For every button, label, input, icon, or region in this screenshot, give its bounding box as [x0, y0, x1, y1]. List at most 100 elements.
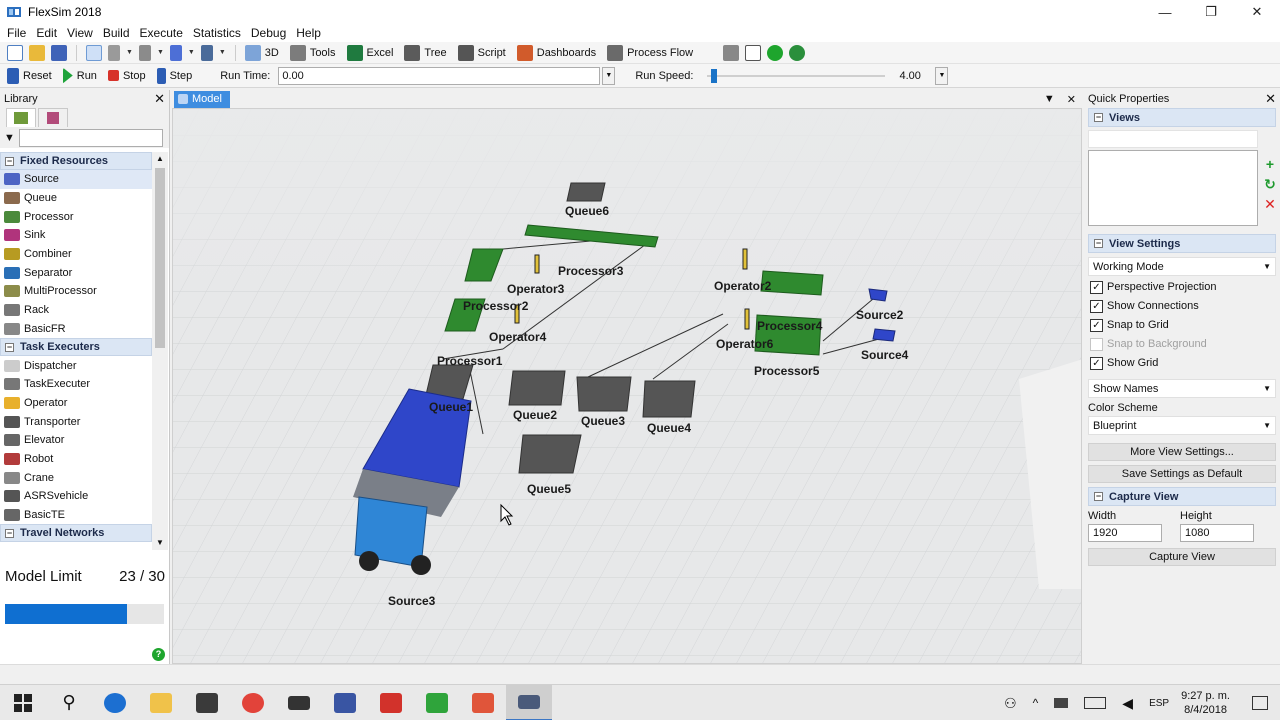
capture-width-input[interactable]: 1920	[1088, 524, 1162, 542]
checkbox-box[interactable]	[1090, 337, 1103, 351]
slider-thumb[interactable]	[711, 68, 718, 83]
disconnect-objects-icon[interactable]	[138, 44, 151, 61]
notifications-icon[interactable]	[1252, 696, 1268, 710]
views-section-header[interactable]: − Views	[1088, 108, 1276, 127]
menu-debug[interactable]: Debug	[246, 26, 291, 40]
create-object-icon[interactable]	[169, 44, 182, 61]
menu-view[interactable]: View	[62, 26, 98, 40]
library-item-combiner[interactable]: Combiner	[0, 245, 152, 264]
taskbar-camtasia-orange[interactable]	[460, 685, 506, 720]
close-icon[interactable]: ✕	[154, 91, 165, 107]
select-cursor-icon[interactable]	[86, 44, 102, 61]
tab-3d-objects[interactable]	[6, 108, 36, 127]
label-processor3[interactable]: Processor3	[558, 264, 623, 278]
capture-view-section-header[interactable]: − Capture View	[1088, 487, 1276, 506]
search-button[interactable]: ⚲	[46, 685, 92, 720]
label-queue6[interactable]: Queue6	[565, 204, 609, 218]
process-flow-button[interactable]: Process Flow	[604, 44, 693, 61]
online-icon[interactable]	[789, 44, 806, 61]
taskbar-mail[interactable]	[276, 685, 322, 720]
chevron-down-icon[interactable]: ▼	[126, 49, 133, 56]
network-icon[interactable]	[1054, 698, 1069, 708]
clock[interactable]: 9:27 p. m. 8/4/2018	[1181, 689, 1230, 717]
edit-selected-icon[interactable]	[200, 44, 213, 61]
label-operator2[interactable]: Operator2	[714, 279, 771, 293]
keyboard-icon[interactable]	[1084, 697, 1107, 709]
library-item-multiprocessor[interactable]: MultiProcessor	[0, 282, 152, 301]
label-operator6[interactable]: Operator6	[716, 337, 773, 351]
library-category-travel-networks[interactable]: − Travel Networks	[0, 524, 152, 543]
close-icon[interactable]: ✕	[1067, 93, 1076, 106]
library-item-transporter[interactable]: Transporter	[0, 412, 152, 431]
label-processor4[interactable]: Processor4	[757, 319, 822, 333]
reset-button[interactable]: Reset	[4, 67, 52, 84]
checkbox-box[interactable]: ✓	[1090, 299, 1103, 313]
label-source3[interactable]: Source3	[388, 594, 435, 608]
script-button[interactable]: Script	[455, 44, 506, 61]
library-item-queue[interactable]: Queue	[0, 189, 152, 208]
library-item-taskexecuter[interactable]: TaskExecuter	[0, 375, 152, 394]
views-name-input[interactable]	[1088, 130, 1258, 148]
label-source4[interactable]: Source4	[861, 348, 908, 362]
label-processor2[interactable]: Processor2	[463, 299, 528, 313]
capture-height-input[interactable]: 1080	[1180, 524, 1254, 542]
chevron-up-icon[interactable]: ^	[1033, 696, 1039, 710]
chevron-down-icon[interactable]: ▼	[157, 49, 164, 56]
save-icon[interactable]	[51, 44, 67, 61]
checkbox-snap-to-grid[interactable]: ✓ Snap to Grid	[1090, 317, 1276, 333]
checkbox-box[interactable]: ✓	[1090, 356, 1103, 370]
chevron-down-icon[interactable]: ▼	[1044, 93, 1055, 106]
taskbar-app-red[interactable]	[368, 685, 414, 720]
library-item-source[interactable]: Source	[0, 170, 152, 189]
views-list[interactable]	[1088, 150, 1258, 226]
library-item-basicfr[interactable]: BasicFR	[0, 320, 152, 339]
volume-icon[interactable]: ◀	[1122, 695, 1133, 712]
excel-button[interactable]: Excel	[344, 44, 393, 61]
library-item-dispatcher[interactable]: Dispatcher	[0, 356, 152, 375]
new-file-icon[interactable]	[7, 44, 23, 61]
checkbox-show-connections[interactable]: ✓ Show Connections	[1090, 298, 1276, 314]
scroll-up-icon[interactable]: ▲	[152, 152, 168, 166]
taskbar-explorer[interactable]	[138, 685, 184, 720]
dashboards-button[interactable]: Dashboards	[514, 44, 596, 61]
label-queue1[interactable]: Queue1	[429, 400, 473, 414]
taskbar-edge[interactable]	[92, 685, 138, 720]
label-queue2[interactable]: Queue2	[513, 408, 557, 422]
show-names-select[interactable]: Show Names ▼	[1088, 379, 1276, 398]
label-queue4[interactable]: Queue4	[647, 421, 691, 435]
menu-edit[interactable]: Edit	[31, 26, 62, 40]
tab-shapes[interactable]	[38, 108, 68, 127]
maximize-button[interactable]: ❐	[1188, 0, 1234, 24]
library-item-sink[interactable]: Sink	[0, 226, 152, 245]
library-scrollbar[interactable]: ▲ ▼	[152, 152, 168, 550]
library-item-rack[interactable]: Rack	[0, 301, 152, 320]
start-button[interactable]	[0, 685, 46, 720]
run-time-dropdown[interactable]: ▼	[602, 66, 616, 85]
color-scheme-select[interactable]: Blueprint ▼	[1088, 416, 1276, 435]
checkbox-perspective-projection[interactable]: ✓ Perspective Projection	[1090, 279, 1276, 295]
library-item-basicte[interactable]: BasicTE	[0, 506, 152, 525]
chevron-down-icon[interactable]: ▼	[188, 49, 195, 56]
add-view-icon[interactable]: +	[1262, 156, 1278, 172]
stop-button[interactable]: Stop	[105, 70, 146, 82]
checkbox-box[interactable]: ✓	[1090, 280, 1103, 294]
library-item-separator[interactable]: Separator	[0, 263, 152, 282]
library-category-fixed-resources[interactable]: − Fixed Resources	[0, 152, 152, 170]
view-settings-section-header[interactable]: − View Settings	[1088, 234, 1276, 253]
minimize-button[interactable]: —	[1142, 0, 1188, 24]
menu-file[interactable]: File	[2, 26, 31, 40]
model-3d-view[interactable]: Queue6 Processor3 Operator3 Processor2 O…	[172, 108, 1082, 664]
tools-button[interactable]: Tools	[287, 44, 336, 61]
more-view-settings-button[interactable]: More View Settings...	[1088, 443, 1276, 461]
close-button[interactable]: ✕	[1234, 0, 1280, 24]
label-operator3[interactable]: Operator3	[507, 282, 564, 296]
checkbox-box[interactable]: ✓	[1090, 318, 1103, 332]
library-item-processor[interactable]: Processor	[0, 207, 152, 226]
chevron-down-icon[interactable]: ▼	[219, 49, 226, 56]
library-search-input[interactable]	[18, 129, 163, 147]
window-icon[interactable]	[745, 44, 762, 61]
scroll-thumb[interactable]	[155, 168, 165, 348]
library-item-asrsvehicle[interactable]: ASRSvehicle	[0, 487, 152, 506]
filter-icon[interactable]: ▼	[4, 132, 15, 144]
refresh-view-icon[interactable]: ↻	[1262, 176, 1278, 192]
